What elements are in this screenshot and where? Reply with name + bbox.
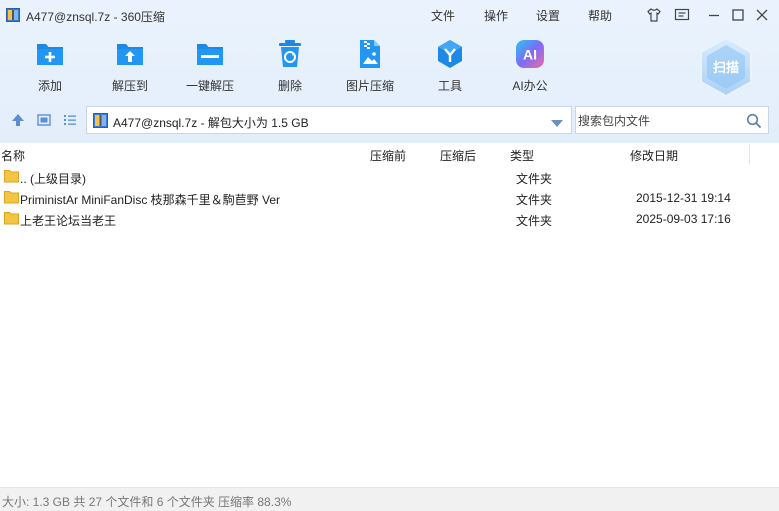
list-item[interactable]: .. (上级目录) 文件夹 [0,166,779,187]
delete-button[interactable]: 删除 [255,38,325,98]
archive-file-icon [93,113,108,128]
column-compressed-before[interactable]: 压缩前 [370,147,406,164]
one-click-extract-label: 一键解压 [185,79,234,93]
address-bar[interactable]: A477@znsql.7z - 解包大小为 1.5 GB [86,106,572,134]
search-icon[interactable] [746,113,762,129]
column-name[interactable]: 名称 [1,147,25,164]
add-button[interactable]: 添加 [15,38,85,98]
menu-operation[interactable]: 操作 [484,7,508,24]
image-compress-icon [354,38,386,70]
ai-office-icon: AI [514,38,546,70]
column-compressed-after[interactable]: 压缩后 [440,147,476,164]
address-path: A477@znsql.7z - 解包大小为 1.5 GB [113,116,309,130]
tools-button[interactable]: 工具 [415,38,485,98]
file-name: PriministAr MiniFanDisc 枝那森千里＆駒苣野 Ver [20,193,281,207]
file-modified: 2015-12-31 19:14 [636,191,731,205]
scan-label: 扫描 [712,60,739,75]
extract-to-label: 解压到 [111,79,148,93]
scan-button[interactable]: 扫描 [698,36,754,98]
title-bar: A477@znsql.7z - 360压缩 文件 操作 设置 帮助 [0,0,779,30]
file-name: .. (上级目录) [20,172,86,186]
extract-to-icon [114,38,146,70]
list-item[interactable]: 上老王论坛当老王 文件夹 2025-09-03 17:16 [0,208,779,229]
add-archive-icon [34,38,66,70]
folder-icon [4,169,19,183]
ai-icon-text: AI [523,47,537,63]
search-input[interactable] [578,112,738,129]
folder-icon [4,190,19,204]
list-item[interactable]: PriministAr MiniFanDisc 枝那森千里＆駒苣野 Ver 文件… [0,187,779,208]
window-title: A477@znsql.7z - 360压缩 [26,10,165,24]
delete-label: 删除 [277,79,302,93]
image-compress-label: 图片压缩 [345,79,394,93]
menu-settings[interactable]: 设置 [536,7,560,24]
column-header: 名称 压缩前 压缩后 类型 修改日期 [0,144,779,164]
tools-icon [434,38,466,70]
up-arrow-icon[interactable] [10,112,26,128]
column-modified[interactable]: 修改日期 [630,147,678,164]
one-click-extract-icon [194,38,226,70]
skin-shirt-icon[interactable] [645,6,663,24]
add-label: 添加 [37,79,62,93]
chevron-down-icon[interactable] [551,117,563,127]
column-divider [749,144,750,164]
file-type: 文件夹 [516,193,553,207]
file-modified: 2025-09-03 17:16 [636,212,731,226]
menu-file[interactable]: 文件 [431,7,455,24]
delete-icon [274,38,306,70]
thumbnail-view-icon[interactable] [36,112,52,128]
maximize-icon[interactable] [729,6,747,24]
file-type: 文件夹 [516,172,553,186]
status-bar: 大小: 1.3 GB 共 27 个文件和 6 个文件夹 压缩率 88.3% [0,487,779,511]
archive-app-icon [6,8,20,22]
feedback-icon[interactable] [673,6,691,24]
ai-office-label: AI办公 [512,79,548,93]
column-type[interactable]: 类型 [510,147,534,164]
status-text: 大小: 1.3 GB 共 27 个文件和 6 个文件夹 压缩率 88.3% [2,495,292,509]
image-compress-button[interactable]: 图片压缩 [335,38,405,98]
close-icon[interactable] [753,6,771,24]
extract-to-button[interactable]: 解压到 [95,38,165,98]
menu-help[interactable]: 帮助 [588,7,612,24]
search-box [575,106,769,134]
one-click-extract-button[interactable]: 一键解压 [175,38,245,98]
file-name: 上老王论坛当老王 [20,214,117,228]
minimize-icon[interactable] [705,6,723,24]
tools-label: 工具 [437,79,462,93]
file-type: 文件夹 [516,214,553,228]
list-view-icon[interactable] [62,112,78,128]
ai-office-button[interactable]: AI AI办公 [495,38,565,98]
folder-icon [4,211,19,225]
